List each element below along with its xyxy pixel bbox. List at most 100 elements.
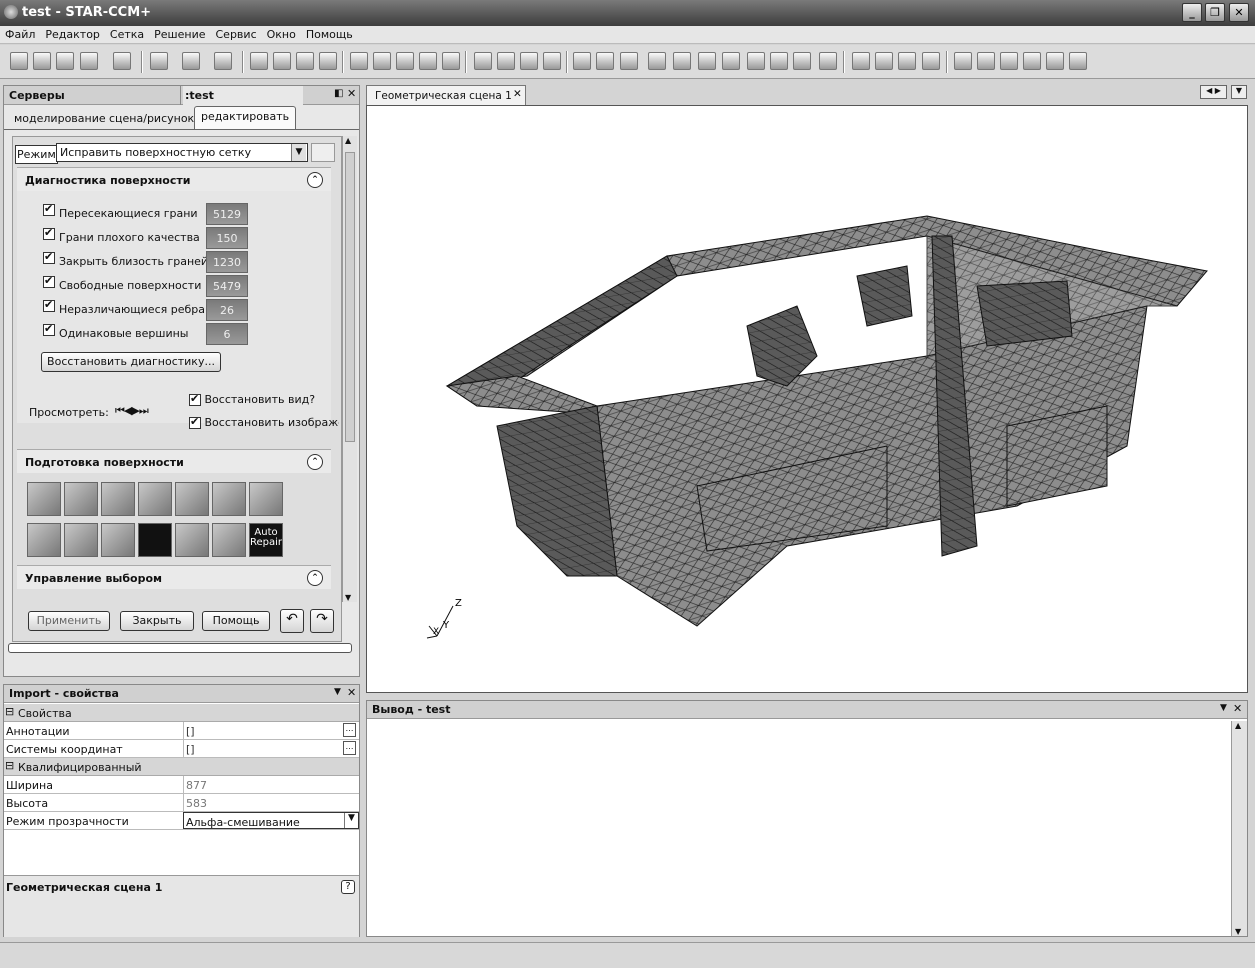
diag-value[interactable]: 5129 [206, 203, 248, 225]
menu-mesh[interactable]: Сетка [105, 26, 149, 41]
rotate-left-icon[interactable] [698, 52, 716, 70]
subtab-scene[interactable]: сцена/рисунок [103, 109, 200, 128]
select-section-header[interactable]: Управление выбором ⌃ [17, 565, 331, 589]
tool-split-icon[interactable] [249, 482, 283, 516]
tool-select-icon[interactable] [138, 523, 172, 557]
pause-icon[interactable] [296, 52, 314, 70]
zoom-fit-icon[interactable] [875, 52, 893, 70]
restore-view-option[interactable]: Восстановить вид? [189, 392, 315, 406]
scroll-down-icon[interactable]: ▼ [1235, 927, 1241, 936]
diag-value[interactable]: 1230 [206, 251, 248, 273]
menu-down-icon[interactable]: ▼ [1220, 703, 1227, 713]
restore-image-option[interactable]: Восстановить изображе [189, 416, 339, 429]
new-file-icon[interactable] [10, 52, 28, 70]
zoom-box-icon[interactable] [620, 52, 638, 70]
close-panel-icon[interactable]: ✕ [347, 87, 356, 100]
triangle-icon[interactable] [396, 52, 414, 70]
diag-value[interactable]: 5479 [206, 275, 248, 297]
close-button[interactable]: Закрыть [120, 611, 194, 631]
scroll-down-icon[interactable]: ▼ [345, 593, 351, 602]
tool-fill-icon[interactable] [27, 523, 61, 557]
apply-button[interactable]: Применить [28, 611, 110, 631]
step-forward-icon[interactable] [1023, 52, 1041, 70]
play-icon[interactable] [954, 52, 972, 70]
close-tab-icon[interactable]: ✕ [513, 88, 522, 100]
scroll-up-icon[interactable]: ▲ [345, 136, 351, 145]
ruler-icon[interactable] [793, 52, 811, 70]
tab-servers[interactable]: Серверы [4, 86, 181, 105]
pattern-icon[interactable] [898, 52, 916, 70]
menu-solution[interactable]: Решение [149, 26, 210, 41]
tool-refine-icon[interactable] [101, 523, 135, 557]
sphere-icon[interactable] [543, 52, 561, 70]
diag-value[interactable]: 26 [206, 299, 248, 321]
scene-viewport[interactable]: Z Y X [366, 105, 1248, 693]
select-box-icon[interactable] [648, 52, 666, 70]
pointer-icon[interactable] [1069, 52, 1087, 70]
diag-checkbox[interactable] [43, 226, 55, 240]
close-properties-icon[interactable]: ✕ [347, 686, 356, 699]
tool-hex-icon[interactable] [212, 482, 246, 516]
step-back-icon[interactable] [1000, 52, 1018, 70]
collapse-icon[interactable]: ⌃ [307, 570, 323, 586]
run-man-icon[interactable] [520, 52, 538, 70]
diag-value[interactable]: 150 [206, 227, 248, 249]
menu-editor[interactable]: Редактор [40, 26, 105, 41]
tab-list-icon[interactable]: ▼ [1231, 85, 1247, 99]
tool-triangle-icon[interactable] [27, 482, 61, 516]
car-model-render[interactable]: Z Y X [367, 106, 1247, 692]
output-scrollbar[interactable]: ▲ ▼ [1231, 721, 1247, 936]
group-properties[interactable]: Свойства [4, 704, 359, 722]
scroll-up-icon[interactable]: ▲ [1235, 721, 1241, 730]
tab-scroll-icon[interactable]: ◀ ▶ [1200, 85, 1227, 99]
tool-corner-icon[interactable] [138, 482, 172, 516]
diag-section-header[interactable]: Диагностика поверхности ⌃ [17, 167, 331, 191]
open-icon[interactable] [33, 52, 51, 70]
grid-icon[interactable] [56, 52, 74, 70]
group-qualified[interactable]: Квалифицированный [4, 758, 359, 776]
image-icon[interactable] [573, 52, 591, 70]
diag-checkbox[interactable] [43, 298, 55, 312]
menu-service[interactable]: Сервис [211, 26, 262, 41]
scroll-thumb[interactable] [345, 152, 355, 442]
cut-icon[interactable] [150, 52, 168, 70]
tab-scene[interactable]: Геометрическая сцена 1 ✕ [366, 85, 526, 105]
flag-icon[interactable] [474, 52, 492, 70]
left-scrollbar[interactable]: ▲ ▼ [342, 136, 357, 602]
tab-test[interactable]: :test [183, 86, 303, 105]
tool-face-icon[interactable] [64, 482, 98, 516]
close-window-button[interactable]: ✕ [1229, 3, 1249, 22]
restore-view-checkbox[interactable] [189, 392, 201, 406]
redo-icon[interactable]: ↷ [310, 609, 334, 633]
record-icon[interactable] [1046, 52, 1064, 70]
prop-value[interactable]: 877 [183, 776, 359, 793]
collapse-icon[interactable]: ⌃ [307, 172, 323, 188]
collapse-icon[interactable]: ⌃ [307, 454, 323, 470]
transparency-select[interactable]: Альфа-смешивание [183, 812, 359, 829]
ellipsis-button[interactable]: … [343, 723, 356, 737]
diag-checkbox[interactable] [43, 202, 55, 216]
tool-merge-icon[interactable] [64, 523, 98, 557]
tool-star-icon[interactable] [175, 523, 209, 557]
diag-checkbox[interactable] [43, 274, 55, 288]
stop-anim-icon[interactable] [977, 52, 995, 70]
frame-icon[interactable] [922, 52, 940, 70]
help-icon[interactable]: ? [341, 880, 355, 894]
prop-value[interactable]: [] [183, 722, 359, 739]
cube-icon[interactable] [442, 52, 460, 70]
fit-icon[interactable] [596, 52, 614, 70]
stop-icon[interactable] [319, 52, 337, 70]
globe-icon[interactable] [819, 52, 837, 70]
block-icon[interactable] [419, 52, 437, 70]
step-icon[interactable] [273, 52, 291, 70]
tool-edge-icon[interactable] [101, 482, 135, 516]
diag-checkbox[interactable] [43, 322, 55, 336]
tool-diamond-icon[interactable] [175, 482, 209, 516]
subtab-modeling[interactable]: моделирование [8, 109, 112, 128]
help-button[interactable]: Помощь [202, 611, 270, 631]
save-all-icon[interactable] [113, 52, 131, 70]
mesh-icon[interactable] [350, 52, 368, 70]
run-icon[interactable] [250, 52, 268, 70]
diag-value[interactable]: 6 [206, 323, 248, 345]
maximize-button[interactable]: ❐ [1205, 3, 1225, 22]
